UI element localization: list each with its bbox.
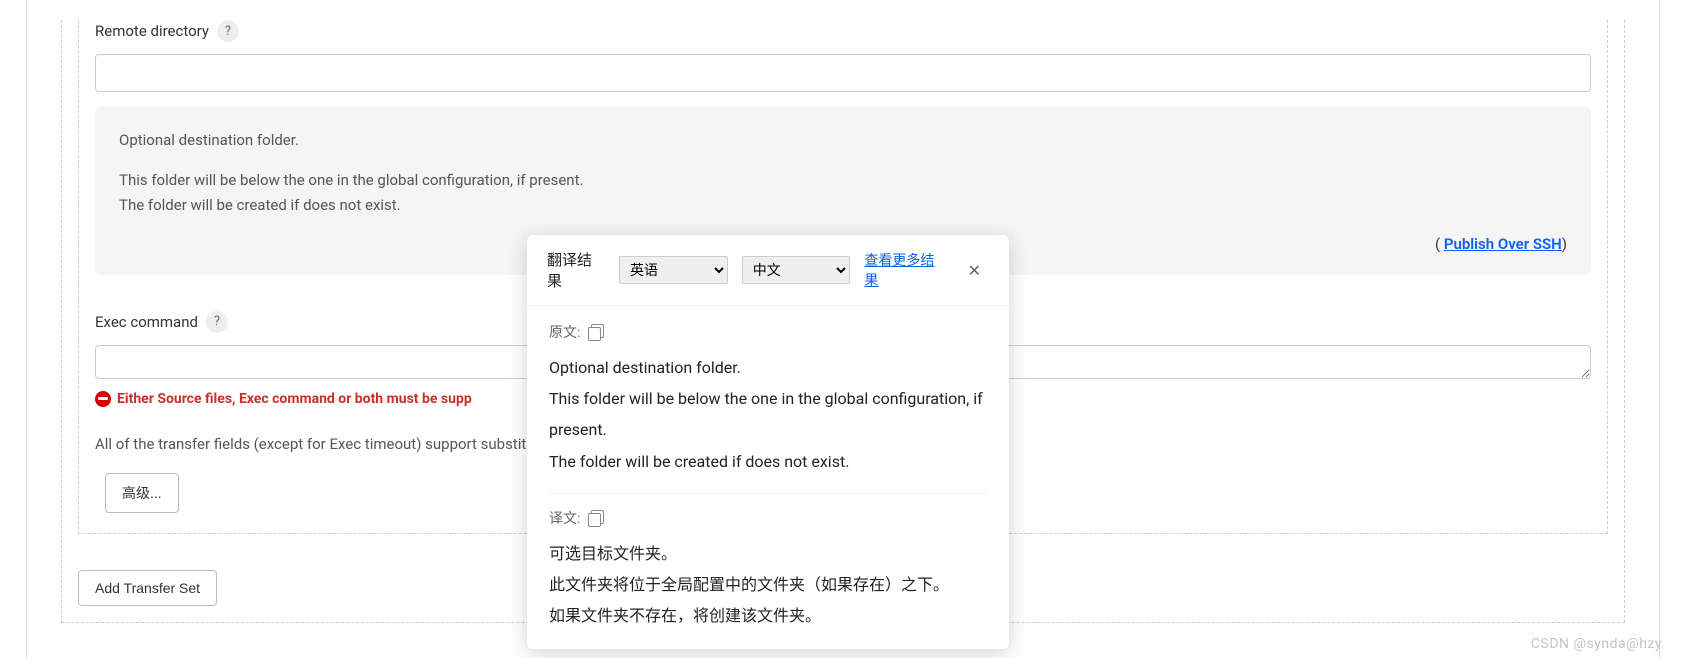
original-label: 原文:	[549, 322, 580, 342]
translate-more-link[interactable]: 查看更多结果	[864, 250, 945, 290]
help-icon[interactable]: ?	[217, 20, 239, 42]
advanced-button[interactable]: 高级...	[105, 473, 179, 513]
translate-popup: 翻译结果 英语 中文 查看更多结果 ✕ 原文: Optional destina…	[527, 235, 1009, 649]
translated-label: 译文:	[549, 508, 580, 528]
translate-divider	[549, 493, 987, 494]
original-text: Optional destination folder. This folder…	[549, 352, 987, 477]
original-text-2: This folder will be below the one in the…	[549, 383, 987, 445]
close-icon[interactable]: ✕	[960, 257, 989, 284]
help-link-suffix: )	[1562, 235, 1567, 253]
translate-title: 翻译结果	[547, 249, 605, 291]
original-label-row: 原文:	[549, 322, 987, 342]
help-link-prefix: (	[1435, 235, 1444, 253]
copy-icon[interactable]	[588, 510, 604, 526]
error-icon	[95, 391, 111, 407]
help-text-line1: Optional destination folder.	[119, 128, 1567, 154]
translated-text: 可选目标文件夹。 此文件夹将位于全局配置中的文件夹（如果存在）之下。 如果文件夹…	[549, 538, 987, 632]
remote-directory-label: Remote directory	[95, 22, 209, 40]
help-icon[interactable]: ?	[206, 311, 228, 333]
translate-header: 翻译结果 英语 中文 查看更多结果 ✕	[527, 235, 1009, 306]
translated-text-2: 此文件夹将位于全局配置中的文件夹（如果存在）之下。	[549, 569, 987, 600]
error-text: Either Source files, Exec command or bot…	[117, 391, 472, 407]
translated-label-row: 译文:	[549, 508, 987, 528]
translate-from-select[interactable]: 英语	[619, 256, 728, 284]
help-text-line3: The folder will be created if does not e…	[119, 193, 1567, 219]
watermark: CSDN @synda@hzy	[1531, 636, 1662, 652]
original-text-3: The folder will be created if does not e…	[549, 446, 987, 477]
exec-command-label: Exec command	[95, 313, 198, 331]
remote-directory-label-row: Remote directory ?	[95, 20, 1591, 42]
copy-icon[interactable]	[588, 324, 604, 340]
help-text-line2: This folder will be below the one in the…	[119, 168, 1567, 194]
original-text-1: Optional destination folder.	[549, 352, 987, 383]
add-transfer-set-button[interactable]: Add Transfer Set	[78, 570, 217, 606]
publish-over-ssh-link[interactable]: Publish Over SSH	[1444, 235, 1562, 253]
translate-to-select[interactable]: 中文	[742, 256, 851, 284]
help-text: Optional destination folder. This folder…	[119, 128, 1567, 219]
translated-text-1: 可选目标文件夹。	[549, 538, 987, 569]
translate-body: 原文: Optional destination folder. This fo…	[527, 306, 1009, 649]
remote-directory-input[interactable]	[95, 54, 1591, 92]
translated-text-3: 如果文件夹不存在，将创建该文件夹。	[549, 600, 987, 631]
